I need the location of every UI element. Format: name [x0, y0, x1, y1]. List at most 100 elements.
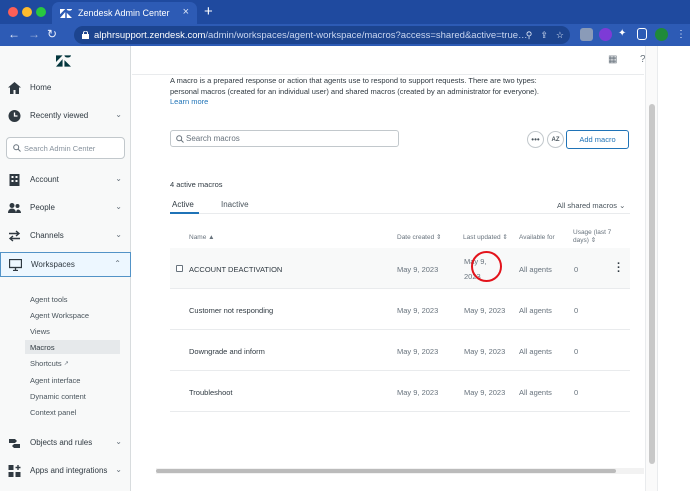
macro-name[interactable]: Customer not responding [189, 306, 273, 315]
date-created: May 9, 2023 [397, 388, 439, 397]
building-icon [9, 174, 20, 186]
tabs-divider [170, 213, 630, 214]
shared-macros-filter[interactable]: All shared macros ⌄ [557, 201, 625, 210]
sort-button[interactable]: AZ [547, 131, 564, 148]
browser-toolbar: ← → ↻ alphrsupport.zendesk.com/admin/wor… [0, 24, 690, 46]
sidebar-item-recently-viewed[interactable]: Recently viewed ⌄ [0, 105, 131, 127]
horizontal-scroll-thumb[interactable] [156, 469, 616, 473]
browser-tab[interactable]: Zendesk Admin Center × [52, 2, 197, 24]
tab-active[interactable]: Active [172, 200, 194, 209]
admin-sidebar: Home Recently viewed ⌄ Search Admin Cent… [0, 46, 131, 491]
profile-avatar[interactable] [655, 28, 668, 41]
zoom-icon[interactable]: ⚲ [526, 30, 533, 41]
sidebar-sub-context-panel[interactable]: Context panel [30, 405, 125, 419]
sidebar-item-label: Recently viewed [30, 111, 89, 120]
sidebar-item-apps-and-integrations[interactable]: Apps and integrations ⌄ [0, 460, 131, 482]
sidebar-sub-macros[interactable]: Macros [25, 340, 120, 354]
row-checkbox[interactable] [176, 265, 183, 272]
extension-camera-icon[interactable] [580, 28, 593, 41]
table-row[interactable]: Downgrade and inform May 9, 2023 May 9, … [170, 330, 630, 371]
sidebar-item-home[interactable]: Home [0, 77, 131, 99]
sort-icon: ⇕ [590, 237, 597, 244]
search-icon [13, 144, 21, 152]
macro-name[interactable]: Downgrade and inform [189, 347, 265, 356]
vertical-scroll-thumb[interactable] [649, 104, 655, 464]
arrows-exchange-icon [8, 230, 21, 242]
column-header-date-created[interactable]: Date created ⇕ [397, 234, 441, 242]
sidebar-item-label: Objects and rules [30, 438, 93, 447]
sidebar-sub-agent-tools: Agent tools [30, 294, 68, 304]
sidebar-sub-agent-interface[interactable]: Agent interface [30, 373, 125, 387]
date-created: May 9, 2023 [397, 347, 439, 356]
sidebar-item-channels[interactable]: Channels ⌄ [0, 225, 131, 247]
search-icon [176, 135, 184, 143]
bookmark-icon[interactable]: ☆ [556, 30, 564, 41]
chevron-down-icon: ⌄ [115, 110, 122, 119]
add-macro-button[interactable]: Add macro [566, 130, 629, 149]
usage-count: 0 [574, 306, 579, 315]
search-macros-input[interactable]: Search macros [170, 130, 399, 147]
sidebar-sub-dynamic-content[interactable]: Dynamic content [30, 389, 125, 403]
sidebar-item-objects-and-rules[interactable]: Objects and rules ⌄ [0, 432, 131, 454]
vertical-scrollbar[interactable] [645, 46, 657, 491]
table-row[interactable]: Customer not responding May 9, 2023 May … [170, 289, 630, 330]
header-divider [132, 74, 644, 75]
usage-count: 0 [574, 347, 579, 356]
extension-purple-icon[interactable] [599, 28, 612, 41]
date-created: May 9, 2023 [397, 265, 439, 274]
minimize-window-button[interactable] [22, 7, 32, 17]
sidebar-item-label: People [30, 203, 55, 212]
sidebar-item-account[interactable]: Account ⌄ [0, 169, 131, 191]
sidebar-search-input[interactable]: Search Admin Center [6, 137, 125, 159]
sort-ascending-icon: ▲ [208, 234, 215, 241]
sidebar-item-people[interactable]: People ⌄ [0, 197, 131, 219]
home-icon [8, 82, 21, 94]
highlight-annotation-circle [471, 251, 502, 282]
sort-az-icon: AZ [551, 136, 560, 143]
zendesk-logo-icon[interactable] [56, 55, 71, 67]
row-actions-menu-icon[interactable]: · · · [617, 259, 621, 278]
objects-rules-icon [9, 439, 20, 448]
sidebar-sub-shortcuts[interactable]: Shortcuts ↗ [30, 356, 125, 370]
zoom-window-button[interactable] [36, 7, 46, 17]
learn-more-link[interactable]: Learn more [170, 97, 208, 106]
close-tab-icon[interactable]: × [183, 6, 189, 18]
product-tray-icon[interactable]: ▦ [608, 54, 617, 65]
close-window-button[interactable] [8, 7, 18, 17]
macros-description: A macro is a prepared response or action… [170, 76, 550, 108]
active-macros-count: 4 active macros [170, 180, 223, 189]
clock-icon [8, 110, 21, 122]
monitor-icon [9, 259, 22, 271]
column-header-name[interactable]: Name ▲ [189, 234, 215, 242]
back-icon[interactable]: ← [8, 27, 20, 41]
table-row[interactable]: ACCOUNT DEACTIVATION May 9, 2023 May 9, … [170, 248, 630, 289]
filter-label: All shared macros [557, 201, 618, 210]
browser-menu-icon[interactable]: ⋮ [676, 29, 686, 40]
table-row[interactable]: Troubleshoot May 9, 2023 May 9, 2023 All… [170, 371, 630, 412]
right-panel-edge [657, 46, 690, 491]
sidepanel-icon[interactable] [637, 28, 647, 40]
reload-icon[interactable]: ↻ [47, 27, 57, 41]
sidebar-search-placeholder: Search Admin Center [24, 143, 96, 153]
address-bar[interactable]: alphrsupport.zendesk.com/admin/workspace… [74, 26, 570, 44]
macro-name[interactable]: Troubleshoot [189, 388, 233, 397]
url-path: /admin/workspaces/agent-workspace/macros… [205, 29, 528, 41]
column-header-usage[interactable]: Usage (last 7 days) ⇕ [573, 229, 625, 245]
last-updated: May 9, 2023 [464, 306, 506, 315]
share-icon[interactable]: ⇪ [540, 30, 548, 41]
macro-name[interactable]: ACCOUNT DEACTIVATION [189, 265, 282, 274]
sidebar-item-label: Workspaces [31, 260, 75, 269]
forward-icon[interactable]: → [28, 27, 40, 41]
sidebar-sub-views[interactable]: Views [30, 324, 125, 338]
column-header-last-updated[interactable]: Last updated ⇕ [463, 234, 508, 242]
new-tab-icon[interactable]: + [204, 3, 213, 20]
horizontal-scrollbar[interactable] [156, 468, 644, 474]
chevron-up-icon: ⌃ [114, 259, 121, 268]
extensions-puzzle-icon[interactable]: ✦ [618, 28, 631, 41]
sidebar-item-workspaces[interactable]: Workspaces ⌃ [0, 252, 131, 277]
options-menu-button[interactable]: ••• [527, 131, 544, 148]
sidebar-sub-agent-workspace[interactable]: Agent Workspace [30, 308, 125, 322]
usage-count: 0 [574, 265, 579, 274]
column-header-available-for: Available for [519, 234, 555, 241]
tab-inactive[interactable]: Inactive [221, 200, 249, 209]
